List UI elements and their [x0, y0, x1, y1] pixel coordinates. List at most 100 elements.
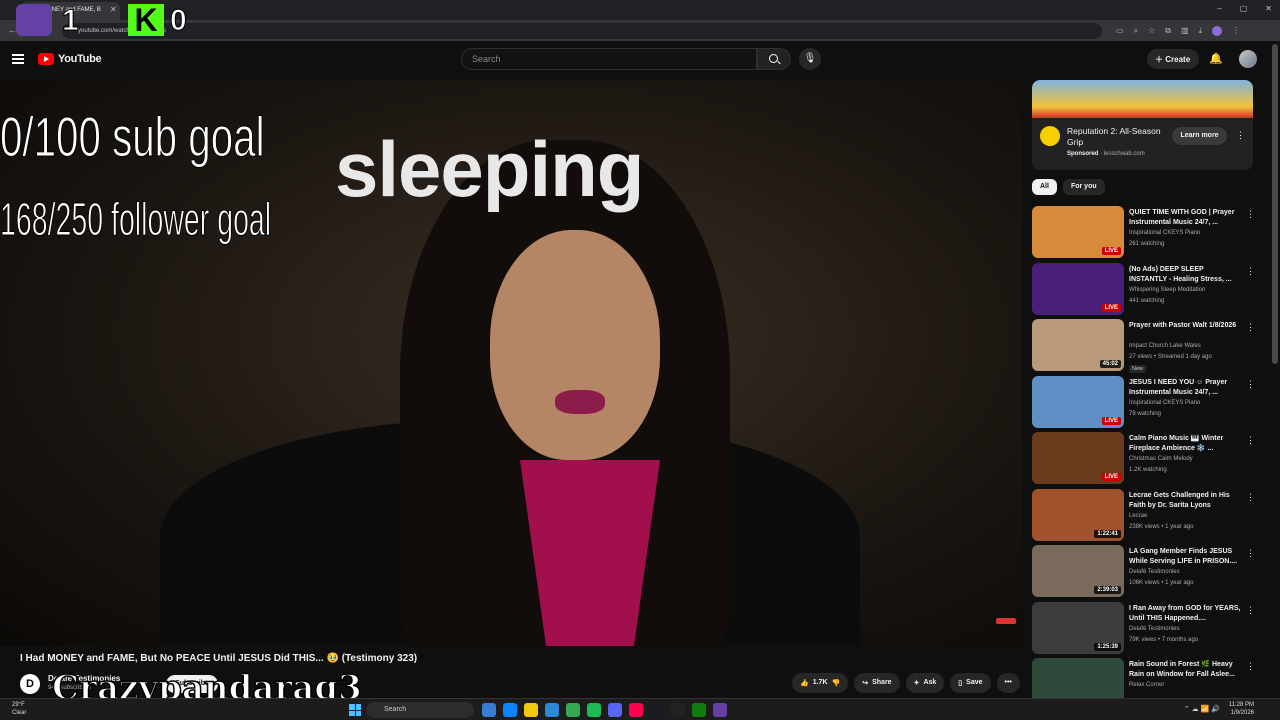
recommendation-menu-icon[interactable]: ⋮	[1246, 209, 1255, 220]
page-scrollbar[interactable]	[1272, 44, 1278, 364]
recommendation-title[interactable]: LA Gang Member Finds JESUS While Serving…	[1129, 547, 1241, 567]
maximize-icon[interactable]: ▢	[1240, 4, 1248, 13]
steam-icon[interactable]	[650, 703, 664, 717]
recommendation-title[interactable]: Calm Piano Music 🎹 Winter Fireplace Ambi…	[1129, 434, 1241, 454]
youtube-logo[interactable]: YouTube	[38, 53, 102, 65]
recommendation-menu-icon[interactable]: ⋮	[1246, 661, 1255, 672]
address-bar[interactable]: youtube.com/watch?v=...beyTfxo	[62, 23, 1102, 39]
video-player[interactable]: sleeping 0/100 sub goal 168/250 follower…	[0, 80, 1022, 646]
voice-search-button[interactable]: 🎙	[799, 48, 821, 70]
recommendation-title[interactable]: (No Ads) DEEP SLEEP INSTANTLY - Healing …	[1129, 265, 1241, 285]
search-button[interactable]	[757, 48, 791, 70]
recommendation-title[interactable]: Rain Sound in Forest 🌿 Heavy Rain on Win…	[1129, 660, 1241, 680]
discord-icon[interactable]	[608, 703, 622, 717]
downloads-icon[interactable]: ⤓	[1199, 26, 1203, 36]
cast-icon[interactable]: ▭	[1116, 26, 1124, 36]
recommendation-item[interactable]: LIVE (No Ads) DEEP SLEEP INSTANTLY - Heal…	[1032, 262, 1257, 320]
create-button[interactable]: ＋ Create	[1147, 49, 1199, 69]
file-explorer-icon[interactable]	[482, 703, 496, 717]
folder-icon[interactable]	[524, 703, 538, 717]
recommendation-channel[interactable]: Lecrae	[1129, 513, 1147, 519]
recommendation-item[interactable]: 1:25:39 I Ran Away from GOD for YEARS, Un…	[1032, 601, 1257, 659]
channel-avatar[interactable]: D	[20, 674, 40, 694]
recommendation-item[interactable]: 1:22:41 Lecrae Gets Challenged in His Fai…	[1032, 488, 1257, 546]
browser-menu-icon[interactable]: ⋮	[1232, 26, 1240, 36]
bookmark-star-icon[interactable]: ☆	[1148, 26, 1155, 36]
recommendation-channel[interactable]: Delafé Testimonies	[1129, 569, 1180, 575]
recommendation-title[interactable]: JESUS I NEED YOU ☺ Prayer Instrumental M…	[1129, 378, 1241, 398]
video-title: I Had MONEY and FAME, But No PEACE Until…	[20, 653, 418, 664]
recommendation-thumbnail[interactable]: 1:25:39	[1032, 601, 1124, 654]
xbox-icon[interactable]	[692, 703, 706, 717]
spotify-icon[interactable]	[587, 703, 601, 717]
recommendation-thumbnail[interactable]: LIVE	[1032, 375, 1124, 428]
ad-card[interactable]: Reputation 2: All-Season Grip Sponsored …	[1032, 80, 1253, 170]
recommendation-menu-icon[interactable]: ⋮	[1246, 322, 1255, 333]
chip-for-you[interactable]: For you	[1062, 179, 1105, 195]
recommendation-item[interactable]: LIVE Calm Piano Music 🎹 Winter Fireplace …	[1032, 432, 1257, 489]
channel-watermark-icon[interactable]	[996, 618, 1016, 624]
recommendation-thumbnail[interactable]: 2:39:03	[1032, 545, 1124, 597]
recommendation-menu-icon[interactable]: ⋮	[1246, 548, 1255, 559]
save-button[interactable]: ▯ Save	[950, 673, 991, 693]
duration-badge: 1:25:39	[1094, 642, 1121, 651]
recommendation-menu-icon[interactable]: ⋮	[1246, 492, 1255, 503]
recommendation-menu-icon[interactable]: ⋮	[1246, 379, 1255, 390]
edge-icon[interactable]	[503, 703, 517, 717]
share-button[interactable]: ↪ Share	[854, 673, 900, 693]
recommendation-item[interactable]: 45:02 Prayer with Pastor Walt 1/8/2026 Imp…	[1032, 319, 1257, 376]
zoom-icon[interactable]: ⌕	[1134, 26, 1138, 36]
taskbar-search[interactable]: Search	[366, 702, 474, 718]
windows-start-icon[interactable]	[349, 704, 361, 716]
recommendation-channel[interactable]: Impact Church Lake Wales	[1129, 343, 1201, 349]
store-icon[interactable]	[545, 703, 559, 717]
search-input[interactable]: Search	[461, 48, 757, 70]
recommendation-thumbnail[interactable]: 1:22:41	[1032, 488, 1124, 541]
ask-button[interactable]: ✦ Ask	[905, 673, 945, 693]
account-avatar[interactable]	[1239, 50, 1257, 68]
recommendation-thumbnail[interactable]: LIVE	[1032, 432, 1124, 484]
recommendation-channel[interactable]: Christmas Calm Melody	[1129, 456, 1193, 462]
recommendation-title[interactable]: QUIET TIME WITH GOD | Prayer Instrumenta…	[1129, 208, 1241, 228]
system-tray-icons[interactable]: ⌃ ☁ 📶 🔊	[1184, 705, 1220, 713]
recommendation-title[interactable]: Lecrae Gets Challenged in His Faith by D…	[1129, 491, 1241, 511]
recommendation-channel[interactable]: Relax Corner	[1129, 682, 1164, 688]
recommendation-channel[interactable]: Inspirational CKEYS Piano	[1129, 230, 1200, 236]
recommendation-item[interactable]: LIVE JESUS I NEED YOU ☺ Prayer Instrument…	[1032, 375, 1257, 433]
recommendation-menu-icon[interactable]: ⋮	[1246, 435, 1255, 446]
chrome-icon[interactable]	[566, 703, 580, 717]
recommendation-item[interactable]: 2:39:03 LA Gang Member Finds JESUS While …	[1032, 545, 1257, 602]
recommendation-title[interactable]: I Ran Away from GOD for YEARS, Until THI…	[1129, 604, 1241, 624]
extensions-icon[interactable]: ⧉	[1165, 26, 1171, 36]
kick-app-icon[interactable]	[671, 703, 685, 717]
dislike-icon[interactable]: 👎	[832, 679, 841, 687]
taskbar-clock[interactable]: 11:28 PM 1/9/2026	[1229, 701, 1254, 717]
tiktok-icon[interactable]	[629, 703, 643, 717]
recommendation-menu-icon[interactable]: ⋮	[1246, 266, 1255, 277]
recommendation-channel[interactable]: Delafé Testimonies	[1129, 626, 1180, 632]
learn-more-button[interactable]: Learn more	[1172, 127, 1227, 145]
close-window-icon[interactable]: ✕	[1265, 4, 1272, 13]
recommendation-thumbnail[interactable]: 45:02	[1032, 319, 1124, 371]
notifications-bell-icon[interactable]: 🔔	[1209, 52, 1223, 65]
more-actions-button[interactable]: •••	[996, 673, 1020, 693]
ad-menu-icon[interactable]: ⋮	[1236, 130, 1245, 141]
weather-widget[interactable]: 29°F Clear	[12, 701, 26, 717]
recommendation-title[interactable]: Prayer with Pastor Walt 1/8/2026	[1129, 321, 1241, 341]
like-button[interactable]: 👍 1.7K 👎	[792, 673, 849, 693]
sidebar-icon[interactable]: ▥	[1181, 26, 1189, 36]
twitch-app-icon[interactable]	[713, 703, 727, 717]
ad-banner-image[interactable]	[1032, 80, 1253, 118]
recommendation-menu-icon[interactable]: ⋮	[1246, 605, 1255, 616]
recommendation-thumbnail[interactable]: LIVE	[1032, 262, 1124, 315]
hamburger-menu-icon[interactable]	[12, 54, 24, 64]
chip-all[interactable]: All	[1032, 179, 1057, 195]
ad-title[interactable]: Reputation 2: All-Season Grip	[1067, 126, 1167, 148]
minimize-icon[interactable]: –	[1217, 4, 1221, 13]
profile-avatar[interactable]	[1212, 26, 1223, 36]
tab-close-icon[interactable]: ✕	[110, 5, 117, 14]
recommendation-channel[interactable]: Inspirational CKEYS Piano	[1129, 400, 1200, 406]
recommendation-item[interactable]: LIVE QUIET TIME WITH GOD | Prayer Instrum…	[1032, 206, 1257, 263]
recommendation-thumbnail[interactable]: LIVE	[1032, 206, 1124, 258]
recommendation-channel[interactable]: Whispering Sleep Meditation	[1129, 287, 1205, 293]
